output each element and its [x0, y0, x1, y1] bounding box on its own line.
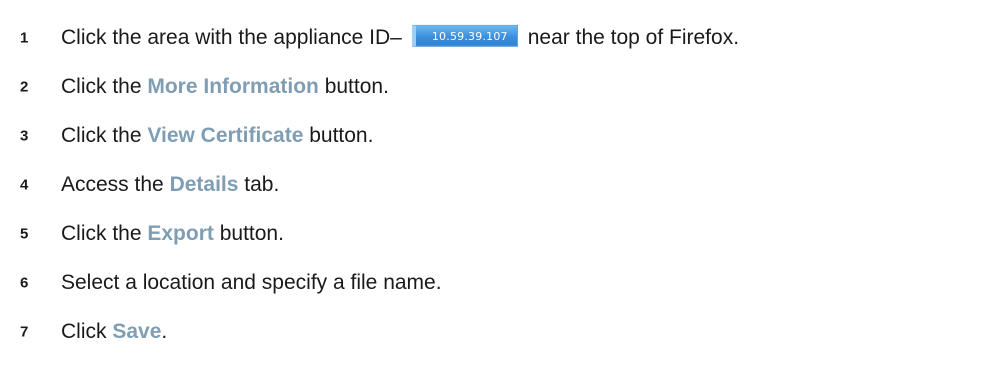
step-text-before: Click	[61, 319, 113, 343]
step-text-full: Select a location and specify a file nam…	[61, 270, 442, 294]
step-text-before: Click the	[61, 221, 148, 245]
step-text-after: button.	[303, 123, 374, 147]
step-7: 7 Click Save .	[0, 307, 1005, 356]
step-4: 4 Access the Details tab.	[0, 160, 1005, 209]
step-number: 2	[20, 78, 29, 95]
step-1: 1 Click the area with the appliance ID– …	[0, 13, 1005, 62]
step-text: Select a location and specify a file nam…	[61, 269, 442, 294]
ui-term-view-certificate: View Certificate	[147, 123, 304, 147]
step-number: 6	[20, 274, 29, 291]
step-text: Click the Export button.	[61, 220, 284, 245]
appliance-id-badge: 10.59.39.107	[411, 24, 518, 47]
step-text: Click Save .	[61, 318, 167, 343]
step-number: 3	[20, 127, 29, 144]
step-number: 7	[20, 323, 29, 340]
step-text-after: button.	[213, 221, 284, 245]
step-text-before: Click the	[61, 74, 148, 98]
step-text-after: button.	[318, 74, 389, 98]
step-text: Access the Details tab.	[61, 171, 279, 196]
ui-term-export: Export	[147, 221, 214, 245]
step-2: 2 Click the More Information button.	[0, 62, 1005, 111]
step-text: Click the View Certificate button.	[61, 122, 373, 147]
step-text-before: Click the area with the appliance ID–	[61, 25, 402, 49]
step-6: 6 Select a location and specify a file n…	[0, 258, 1005, 307]
ui-term-details: Details	[169, 172, 239, 196]
step-text: Click the More Information button.	[61, 73, 389, 98]
step-text-after: .	[161, 319, 168, 343]
step-text-after: tab.	[238, 172, 280, 196]
step-text-after: near the top of Firefox.	[527, 25, 740, 49]
ui-term-save: Save	[112, 319, 162, 343]
step-text-before: Click the	[61, 123, 148, 147]
step-3: 3 Click the View Certificate button.	[0, 111, 1005, 160]
step-number: 1	[20, 29, 29, 46]
instruction-steps-list: 1 Click the area with the appliance ID– …	[0, 13, 1005, 356]
step-number: 4	[20, 176, 29, 193]
step-text: Click the area with the appliance ID– 10…	[61, 24, 739, 49]
step-text-before: Access the	[61, 172, 170, 196]
step-5: 5 Click the Export button.	[0, 209, 1005, 258]
step-number: 5	[20, 225, 29, 242]
ui-term-more-information: More Information	[147, 74, 319, 98]
